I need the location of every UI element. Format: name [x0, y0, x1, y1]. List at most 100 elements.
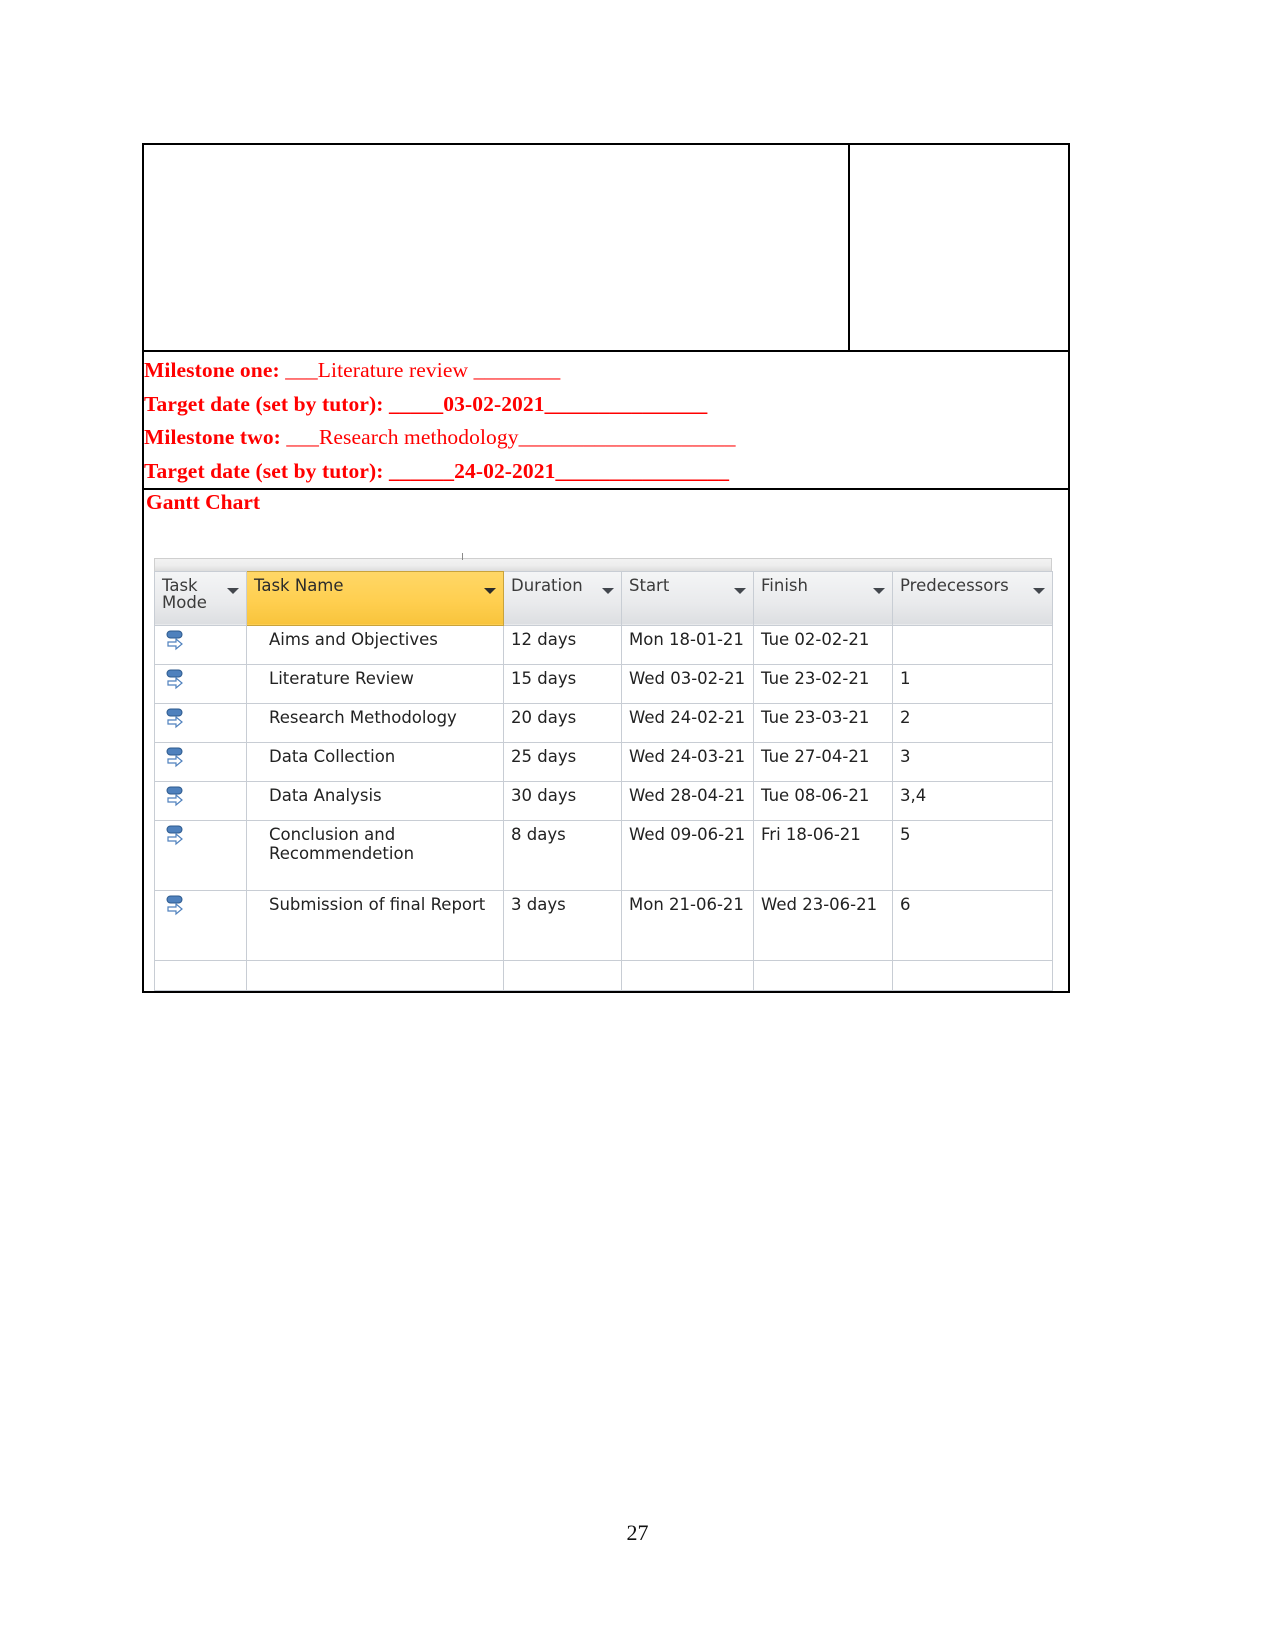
cell-predecessors[interactable] [892, 624, 1053, 665]
cell-duration[interactable]: 8 days [503, 819, 622, 891]
cell-start[interactable]: Wed 24-02-21 [621, 702, 754, 743]
milestone-two-target-label: Target date (set by tutor): [144, 458, 384, 483]
empty-cell [753, 959, 893, 991]
cell-finish[interactable]: Fri 18-06-21 [753, 819, 893, 891]
gantt-cell: Gantt Chart Task Mode Task Name Duration… [142, 488, 1070, 993]
cell-predecessors[interactable]: 6 [892, 889, 1053, 961]
cell-finish[interactable]: Tue 27-04-21 [753, 741, 893, 782]
cell-start[interactable]: Wed 09-06-21 [621, 819, 754, 891]
milestone-two-label: Milestone two: [144, 425, 281, 449]
chevron-down-icon[interactable] [602, 587, 614, 594]
ruler-tick-mark [462, 552, 463, 560]
chevron-down-icon[interactable] [873, 587, 885, 594]
milestone-document-table: Milestone one: ___Literature review ____… [142, 143, 1070, 993]
table-row[interactable]: Data Analysis 30 days Wed 28-04-21 Tue 0… [154, 780, 1053, 821]
column-header-task-name[interactable]: Task Name [246, 570, 504, 626]
cell-finish[interactable]: Tue 23-02-21 [753, 663, 893, 704]
table-row[interactable]: Literature Review 15 days Wed 03-02-21 T… [154, 663, 1053, 704]
auto-scheduled-task-icon [166, 895, 183, 915]
auto-scheduled-task-icon [166, 825, 183, 845]
column-header-task-name-label: Task Name [254, 575, 344, 595]
table-row-gantt: Gantt Chart Task Mode Task Name Duration… [142, 488, 1070, 993]
column-header-duration[interactable]: Duration [503, 570, 622, 626]
cell-predecessors[interactable]: 3,4 [892, 780, 1053, 821]
milestone-one-label: Milestone one: [144, 358, 280, 382]
table-row-milestones: Milestone one: ___Literature review ____… [142, 350, 1070, 490]
cell-task-mode[interactable] [154, 741, 247, 782]
table-row[interactable]: Aims and Objectives 12 days Mon 18-01-21… [154, 624, 1053, 665]
milestone-two-target-line: Target date (set by tutor): ______24-02-… [144, 458, 1068, 483]
cell-start[interactable]: Wed 28-04-21 [621, 780, 754, 821]
cell-duration[interactable]: 20 days [503, 702, 622, 743]
auto-scheduled-task-icon [166, 786, 183, 806]
cell-start[interactable]: Wed 24-03-21 [621, 741, 754, 782]
cell-predecessors[interactable]: 1 [892, 663, 1053, 704]
cell-task-name[interactable]: Data Collection [246, 741, 504, 782]
cell-predecessors[interactable]: 3 [892, 741, 1053, 782]
column-header-start[interactable]: Start [621, 570, 754, 626]
auto-scheduled-task-icon [166, 747, 183, 767]
chevron-down-icon[interactable] [227, 587, 239, 594]
cell-predecessors[interactable]: 2 [892, 702, 1053, 743]
cell-start[interactable]: Mon 21-06-21 [621, 889, 754, 961]
timescale-ruler [154, 552, 1052, 571]
milestone-two-target-value: ______24-02-2021________________ [389, 458, 730, 483]
chevron-down-icon[interactable] [1033, 587, 1045, 594]
cell-task-name[interactable]: Data Analysis [246, 780, 504, 821]
column-header-finish[interactable]: Finish [753, 570, 893, 626]
ms-project-screenshot: Task Mode Task Name Duration Start Finis… [154, 552, 1053, 991]
chevron-down-icon[interactable] [484, 587, 496, 594]
cell-task-name[interactable]: Conclusion and Recommendetion [246, 819, 504, 891]
empty-cell [621, 959, 754, 991]
column-header-predecessors-label: Predecessors [900, 575, 1009, 595]
cell-finish[interactable]: Tue 02-02-21 [753, 624, 893, 665]
cell-duration[interactable]: 30 days [503, 780, 622, 821]
cell-duration[interactable]: 12 days [503, 624, 622, 665]
table-row-blank [142, 143, 1070, 352]
cell-task-mode[interactable] [154, 702, 247, 743]
table-row[interactable]: Conclusion and Recommendetion 8 days Wed… [154, 819, 1053, 891]
cell-task-mode[interactable] [154, 663, 247, 704]
cell-start[interactable]: Mon 18-01-21 [621, 624, 754, 665]
milestone-one-target-line: Target date (set by tutor): _____03-02-2… [144, 391, 1068, 416]
cell-predecessors[interactable]: 5 [892, 819, 1053, 891]
chevron-down-icon[interactable] [734, 587, 746, 594]
cell-task-name[interactable]: Literature Review [246, 663, 504, 704]
cell-finish[interactable]: Tue 23-03-21 [753, 702, 893, 743]
cell-task-name[interactable]: Research Methodology [246, 702, 504, 743]
table-row[interactable]: Submission of final Report 3 days Mon 21… [154, 889, 1053, 961]
cell-finish[interactable]: Wed 23-06-21 [753, 889, 893, 961]
milestone-two-line: Milestone two: ___Research methodology__… [144, 425, 1068, 449]
milestone-one-target-value: _____03-02-2021_______________ [389, 391, 708, 416]
cell-task-mode[interactable] [154, 780, 247, 821]
auto-scheduled-task-icon [166, 630, 183, 650]
cell-task-name[interactable]: Submission of final Report [246, 889, 504, 961]
column-header-predecessors[interactable]: Predecessors [892, 570, 1053, 626]
column-header-duration-label: Duration [511, 575, 583, 595]
cell-duration[interactable]: 25 days [503, 741, 622, 782]
cell-duration[interactable]: 3 days [503, 889, 622, 961]
auto-scheduled-task-icon [166, 708, 183, 728]
column-header-task-mode-line2: Mode [162, 593, 207, 613]
cell-finish[interactable]: Tue 08-06-21 [753, 780, 893, 821]
cell-task-name[interactable]: Aims and Objectives [246, 624, 504, 665]
empty-cell [154, 959, 247, 991]
milestone-one-value: ___Literature review ________ [285, 358, 561, 382]
column-header-task-mode[interactable]: Task Mode [154, 570, 247, 626]
gantt-table-body: Aims and Objectives 12 days Mon 18-01-21… [154, 624, 1053, 991]
cell-start[interactable]: Wed 03-02-21 [621, 663, 754, 704]
blank-cell-right [848, 143, 1070, 352]
milestone-two-value: ___Research methodology_________________… [286, 425, 736, 449]
cell-task-mode[interactable] [154, 889, 247, 961]
gantt-chart-heading: Gantt Chart [146, 490, 261, 514]
empty-cell [246, 959, 504, 991]
cell-task-mode[interactable] [154, 819, 247, 891]
table-row[interactable]: Research Methodology 20 days Wed 24-02-2… [154, 702, 1053, 743]
cell-duration[interactable]: 15 days [503, 663, 622, 704]
auto-scheduled-task-icon [166, 669, 183, 689]
gantt-header-row: Task Mode Task Name Duration Start Finis… [154, 570, 1053, 626]
column-header-start-label: Start [629, 575, 670, 595]
column-header-finish-label: Finish [761, 575, 808, 595]
table-row[interactable]: Data Collection 25 days Wed 24-03-21 Tue… [154, 741, 1053, 782]
cell-task-mode[interactable] [154, 624, 247, 665]
